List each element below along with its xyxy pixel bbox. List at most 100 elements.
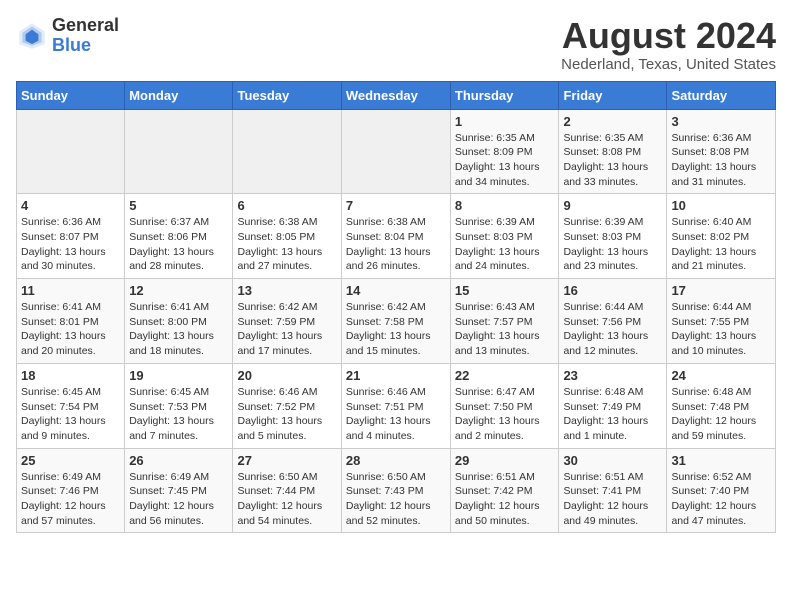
calendar-cell: 22 Sunrise: 6:47 AM Sunset: 7:50 PM Dayli… xyxy=(450,363,559,448)
calendar-week-4: 18Sunrise: 6:45 AM Sunset: 7:54 PM Dayli… xyxy=(17,363,776,448)
calendar-cell: 26 Sunrise: 6:49 AM Sunset: 7:45 PM Dayli… xyxy=(125,448,233,533)
day-number: 22 xyxy=(455,368,555,383)
day-number: 8 xyxy=(455,198,555,213)
day-info: Sunrise: 6:39 AM Sunset: 8:03 PM Dayligh… xyxy=(455,215,555,274)
calendar-week-5: 25Sunrise: 6:49 AM Sunset: 7:46 PM Dayli… xyxy=(17,448,776,533)
calendar-cell: 19Sunrise: 6:45 AM Sunset: 7:53 PM Dayli… xyxy=(125,363,233,448)
day-number: 24 xyxy=(671,368,771,383)
day-info: Sunrise: 6:46 AM Sunset: 7:51 PM Dayligh… xyxy=(346,385,446,444)
day-info: Sunrise: 6:47 AM Sunset: 7:50 PM Dayligh… xyxy=(455,385,555,444)
day-number: 20 xyxy=(237,368,336,383)
calendar-body: 1 Sunrise: 6:35 AM Sunset: 8:09 PM Daylig… xyxy=(17,109,776,533)
day-info: Sunrise: 6:35 AM Sunset: 8:09 PM Dayligh… xyxy=(455,131,555,190)
calendar-cell: 20 Sunrise: 6:46 AM Sunset: 7:52 PM Dayli… xyxy=(233,363,341,448)
day-number: 2 xyxy=(563,114,662,129)
day-info: Sunrise: 6:35 AM Sunset: 8:08 PM Dayligh… xyxy=(563,131,662,190)
calendar-cell: 11 Sunrise: 6:41 AM Sunset: 8:01 PM Dayli… xyxy=(17,279,125,364)
calendar-cell: 31 Sunrise: 6:52 AM Sunset: 7:40 PM Dayli… xyxy=(667,448,776,533)
title-section: August 2024 Nederland, Texas, United Sta… xyxy=(561,16,776,73)
day-info: Sunrise: 6:49 AM Sunset: 7:45 PM Dayligh… xyxy=(129,470,228,529)
calendar-week-1: 1 Sunrise: 6:35 AM Sunset: 8:09 PM Daylig… xyxy=(17,109,776,194)
calendar-cell: 16 Sunrise: 6:44 AM Sunset: 7:56 PM Dayli… xyxy=(559,279,667,364)
calendar-cell: 10 Sunrise: 6:40 AM Sunset: 8:02 PM Dayli… xyxy=(667,194,776,279)
day-info: Sunrise: 6:41 AM Sunset: 8:00 PM Dayligh… xyxy=(129,300,228,359)
day-number: 31 xyxy=(671,453,771,468)
calendar-week-2: 4Sunrise: 6:36 AM Sunset: 8:07 PM Daylig… xyxy=(17,194,776,279)
day-number: 23 xyxy=(563,368,662,383)
calendar-cell: 15 Sunrise: 6:43 AM Sunset: 7:57 PM Dayli… xyxy=(450,279,559,364)
day-info: Sunrise: 6:36 AM Sunset: 8:07 PM Dayligh… xyxy=(21,215,120,274)
day-info: Sunrise: 6:52 AM Sunset: 7:40 PM Dayligh… xyxy=(671,470,771,529)
main-title: August 2024 xyxy=(561,16,776,56)
day-number: 28 xyxy=(346,453,446,468)
day-number: 21 xyxy=(346,368,446,383)
calendar-cell: 12 Sunrise: 6:41 AM Sunset: 8:00 PM Dayli… xyxy=(125,279,233,364)
calendar-header: SundayMondayTuesdayWednesdayThursdayFrid… xyxy=(17,81,776,109)
day-number: 1 xyxy=(455,114,555,129)
day-number: 17 xyxy=(671,283,771,298)
day-number: 30 xyxy=(563,453,662,468)
day-number: 5 xyxy=(129,198,228,213)
calendar-cell: 17 Sunrise: 6:44 AM Sunset: 7:55 PM Dayli… xyxy=(667,279,776,364)
calendar-cell: 6Sunrise: 6:38 AM Sunset: 8:05 PM Daylig… xyxy=(233,194,341,279)
day-info: Sunrise: 6:51 AM Sunset: 7:41 PM Dayligh… xyxy=(563,470,662,529)
calendar-cell xyxy=(233,109,341,194)
day-number: 19 xyxy=(129,368,228,383)
day-number: 26 xyxy=(129,453,228,468)
calendar-cell: 21 Sunrise: 6:46 AM Sunset: 7:51 PM Dayli… xyxy=(341,363,450,448)
logo: General Blue xyxy=(16,16,119,56)
day-info: Sunrise: 6:48 AM Sunset: 7:49 PM Dayligh… xyxy=(563,385,662,444)
weekday-header-tuesday: Tuesday xyxy=(233,81,341,109)
calendar-cell: 24 Sunrise: 6:48 AM Sunset: 7:48 PM Dayli… xyxy=(667,363,776,448)
day-info: Sunrise: 6:37 AM Sunset: 8:06 PM Dayligh… xyxy=(129,215,228,274)
calendar-cell: 14 Sunrise: 6:42 AM Sunset: 7:58 PM Dayli… xyxy=(341,279,450,364)
day-number: 29 xyxy=(455,453,555,468)
day-info: Sunrise: 6:46 AM Sunset: 7:52 PM Dayligh… xyxy=(237,385,336,444)
calendar-cell: 5 Sunrise: 6:37 AM Sunset: 8:06 PM Daylig… xyxy=(125,194,233,279)
day-info: Sunrise: 6:50 AM Sunset: 7:44 PM Dayligh… xyxy=(237,470,336,529)
calendar-cell: 3Sunrise: 6:36 AM Sunset: 8:08 PM Daylig… xyxy=(667,109,776,194)
logo-blue: Blue xyxy=(52,36,119,56)
day-info: Sunrise: 6:39 AM Sunset: 8:03 PM Dayligh… xyxy=(563,215,662,274)
day-number: 27 xyxy=(237,453,336,468)
day-number: 10 xyxy=(671,198,771,213)
calendar-cell: 23 Sunrise: 6:48 AM Sunset: 7:49 PM Dayli… xyxy=(559,363,667,448)
calendar-table: SundayMondayTuesdayWednesdayThursdayFrid… xyxy=(16,81,776,534)
weekday-header-saturday: Saturday xyxy=(667,81,776,109)
day-number: 14 xyxy=(346,283,446,298)
day-info: Sunrise: 6:50 AM Sunset: 7:43 PM Dayligh… xyxy=(346,470,446,529)
weekday-header-monday: Monday xyxy=(125,81,233,109)
weekday-header-friday: Friday xyxy=(559,81,667,109)
day-number: 7 xyxy=(346,198,446,213)
day-number: 16 xyxy=(563,283,662,298)
day-info: Sunrise: 6:36 AM Sunset: 8:08 PM Dayligh… xyxy=(671,131,771,190)
calendar-cell: 2 Sunrise: 6:35 AM Sunset: 8:08 PM Daylig… xyxy=(559,109,667,194)
day-number: 11 xyxy=(21,283,120,298)
day-info: Sunrise: 6:38 AM Sunset: 8:04 PM Dayligh… xyxy=(346,215,446,274)
calendar-cell: 25Sunrise: 6:49 AM Sunset: 7:46 PM Dayli… xyxy=(17,448,125,533)
day-info: Sunrise: 6:40 AM Sunset: 8:02 PM Dayligh… xyxy=(671,215,771,274)
weekday-header-wednesday: Wednesday xyxy=(341,81,450,109)
calendar-week-3: 11 Sunrise: 6:41 AM Sunset: 8:01 PM Dayli… xyxy=(17,279,776,364)
day-info: Sunrise: 6:48 AM Sunset: 7:48 PM Dayligh… xyxy=(671,385,771,444)
day-info: Sunrise: 6:44 AM Sunset: 7:56 PM Dayligh… xyxy=(563,300,662,359)
day-number: 25 xyxy=(21,453,120,468)
day-number: 18 xyxy=(21,368,120,383)
calendar-cell: 8 Sunrise: 6:39 AM Sunset: 8:03 PM Daylig… xyxy=(450,194,559,279)
day-number: 12 xyxy=(129,283,228,298)
day-number: 15 xyxy=(455,283,555,298)
day-info: Sunrise: 6:43 AM Sunset: 7:57 PM Dayligh… xyxy=(455,300,555,359)
calendar-cell: 30 Sunrise: 6:51 AM Sunset: 7:41 PM Dayli… xyxy=(559,448,667,533)
calendar-cell: 7 Sunrise: 6:38 AM Sunset: 8:04 PM Daylig… xyxy=(341,194,450,279)
day-info: Sunrise: 6:41 AM Sunset: 8:01 PM Dayligh… xyxy=(21,300,120,359)
day-number: 13 xyxy=(237,283,336,298)
calendar-cell xyxy=(341,109,450,194)
logo-general: General xyxy=(52,16,119,36)
page-header: General Blue August 2024 Nederland, Texa… xyxy=(16,16,776,73)
calendar-cell: 18Sunrise: 6:45 AM Sunset: 7:54 PM Dayli… xyxy=(17,363,125,448)
calendar-cell: 29Sunrise: 6:51 AM Sunset: 7:42 PM Dayli… xyxy=(450,448,559,533)
day-info: Sunrise: 6:42 AM Sunset: 7:58 PM Dayligh… xyxy=(346,300,446,359)
subtitle: Nederland, Texas, United States xyxy=(561,56,776,73)
day-info: Sunrise: 6:44 AM Sunset: 7:55 PM Dayligh… xyxy=(671,300,771,359)
calendar-cell: 28 Sunrise: 6:50 AM Sunset: 7:43 PM Dayli… xyxy=(341,448,450,533)
